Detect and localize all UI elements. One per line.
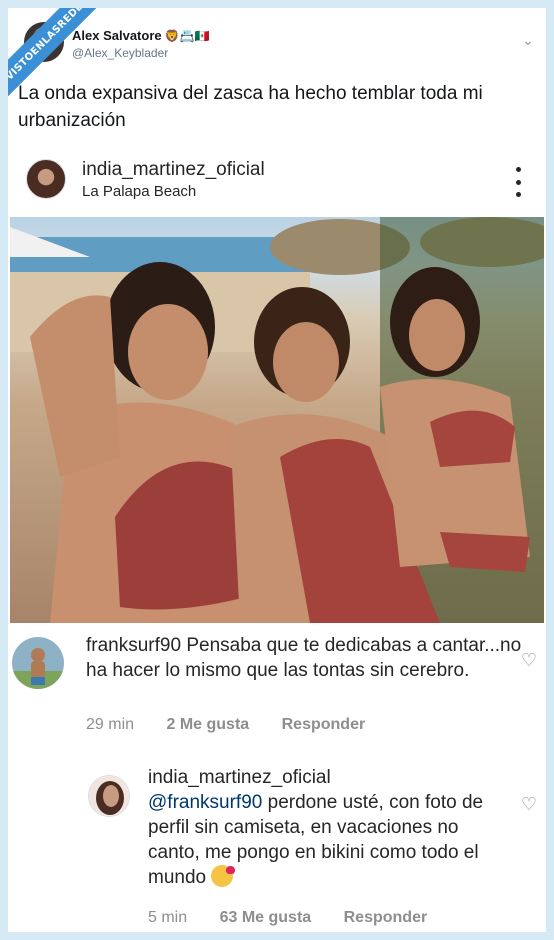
commenter-avatar-illustration xyxy=(12,637,64,689)
comment-2-text: india_martinez_oficial @franksurf90 perd… xyxy=(148,765,498,890)
comment-1-time: 29 min xyxy=(86,716,135,733)
kissing-face-emoji-icon xyxy=(211,865,236,887)
beach-photo-illustration xyxy=(10,217,544,623)
comment-2-likes[interactable]: 63 Me gusta xyxy=(220,909,312,926)
tweet-text: La onda expansiva del zasca ha hecho tem… xyxy=(18,83,483,131)
tweet-author-name-text: Alex Salvatore xyxy=(72,28,162,43)
reply-avatar[interactable] xyxy=(88,775,130,817)
commenter-avatar[interactable] xyxy=(12,637,64,689)
screenshot-frame: VISTOENLASREDES Alex Salvatore 🦁📇🇲🇽 @Alex… xyxy=(8,8,546,932)
instagram-post-image: india_martinez_oficial La Palapa Beach f… xyxy=(8,153,546,932)
comment-1-reply-button[interactable]: Responder xyxy=(282,716,366,733)
reply-avatar-illustration xyxy=(89,776,129,816)
comment-2-time: 5 min xyxy=(148,909,188,926)
comment-1-likes[interactable]: 2 Me gusta xyxy=(166,716,249,733)
comment-1-username[interactable]: franksurf90 xyxy=(86,635,181,656)
instagram-post-header: india_martinez_oficial La Palapa Beach xyxy=(8,153,546,217)
instagram-username[interactable]: india_martinez_oficial xyxy=(82,159,265,181)
comment-2-meta: 5 min 63 Me gusta Responder xyxy=(148,909,455,927)
instagram-location[interactable]: La Palapa Beach xyxy=(82,183,196,200)
comment-2: india_martinez_oficial @franksurf90 perd… xyxy=(8,765,546,932)
comment-2-username[interactable]: india_martinez_oficial xyxy=(148,765,498,790)
instagram-profile-avatar[interactable] xyxy=(26,159,66,199)
comment-2-mention[interactable]: @franksurf90 xyxy=(148,792,262,813)
tweet-author-name[interactable]: Alex Salvatore 🦁📇🇲🇽 xyxy=(72,28,209,43)
comment-2-reply-button[interactable]: Responder xyxy=(344,909,428,926)
tweet-author-handle[interactable]: @Alex_Keyblader xyxy=(72,46,168,60)
more-options-icon[interactable] xyxy=(510,167,526,197)
comment-1-meta: 29 min 2 Me gusta Responder xyxy=(86,716,393,734)
comment-1: franksurf90 Pensaba que te dedicabas a c… xyxy=(8,629,546,739)
like-heart-icon[interactable]: ♡ xyxy=(520,795,538,813)
like-heart-icon[interactable]: ♡ xyxy=(520,651,538,669)
chevron-down-icon[interactable]: ⌄ xyxy=(520,32,536,48)
beach-photo xyxy=(10,217,544,623)
tweet-author-emojis: 🦁📇🇲🇽 xyxy=(164,29,210,43)
tweet-header: Alex Salvatore 🦁📇🇲🇽 @Alex_Keyblader ⌄ xyxy=(8,18,546,68)
comment-1-text: franksurf90 Pensaba que te dedicabas a c… xyxy=(86,633,526,683)
